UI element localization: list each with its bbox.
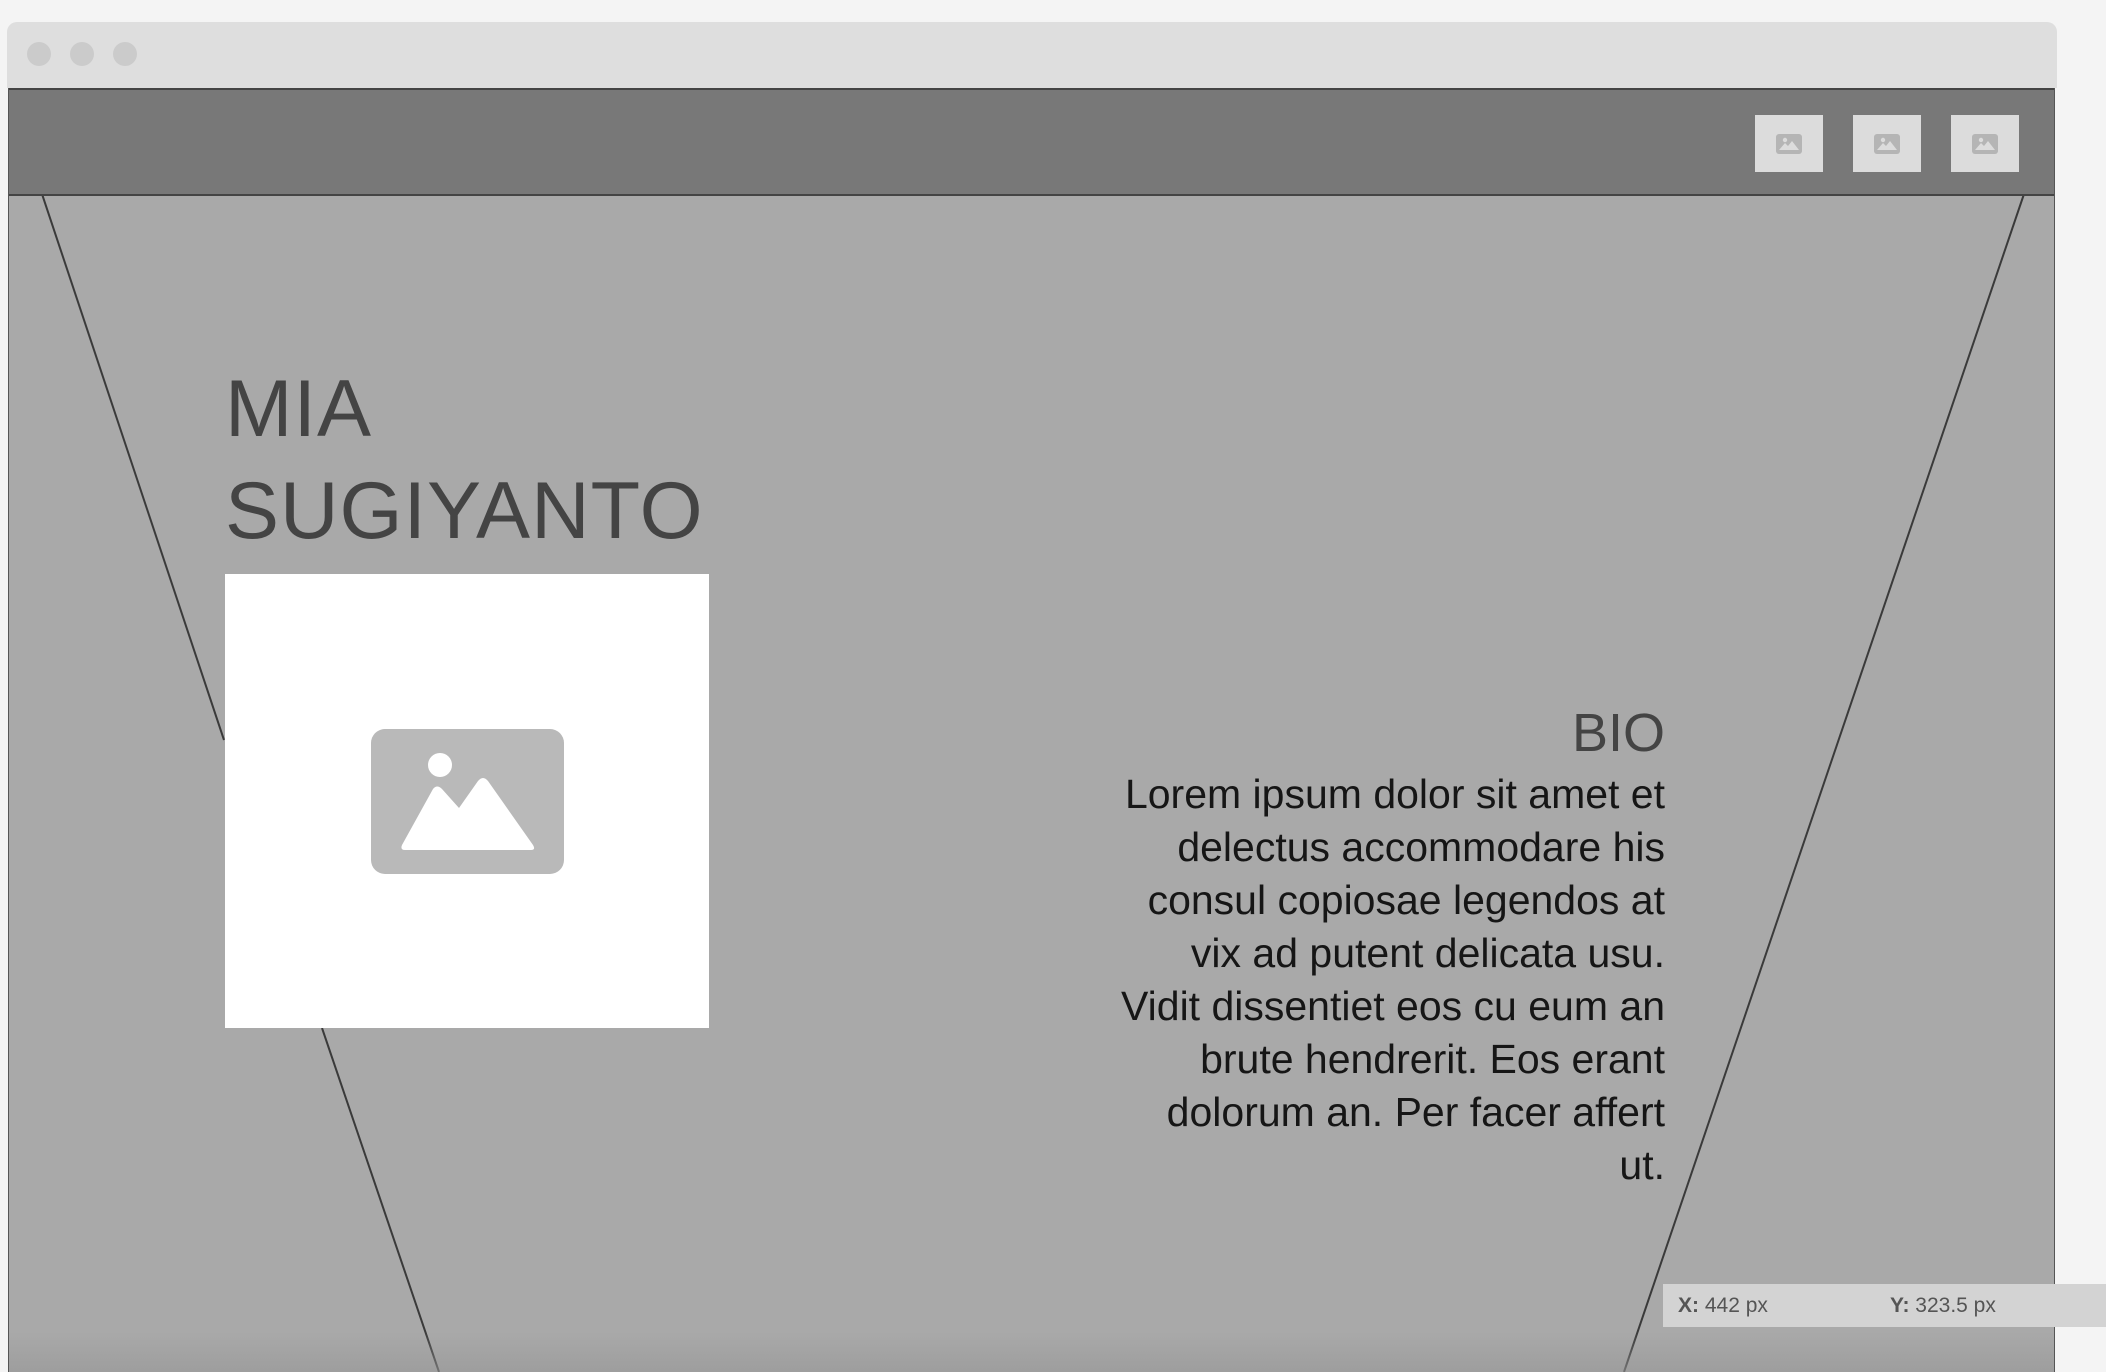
header-image-link-2[interactable]	[1853, 115, 1921, 172]
maximize-window-button[interactable]	[113, 42, 137, 66]
close-window-button[interactable]	[27, 42, 51, 66]
window-titlebar	[7, 22, 2057, 88]
y-value: 323.5 px	[1915, 1294, 1996, 1317]
minimize-window-button[interactable]	[70, 42, 94, 66]
x-value: 442 px	[1704, 1294, 1768, 1317]
header-image-link-3[interactable]	[1951, 115, 2019, 172]
x-coordinate: X: 442 px	[1678, 1284, 1768, 1327]
profile-photo-placeholder	[225, 574, 709, 1028]
coordinate-readout: X: 442 px Y: 323.5 px	[1663, 1284, 2106, 1327]
image-icon	[1776, 133, 1802, 154]
profile-name: MIA SUGIYANTO	[225, 364, 704, 556]
image-icon	[1874, 133, 1900, 154]
page-viewport: MIA SUGIYANTO BIO Lorem ipsum dolor sit …	[8, 88, 2055, 1372]
header-image-link-1[interactable]	[1755, 115, 1823, 172]
x-label: X:	[1678, 1294, 1699, 1317]
bio-heading: BIO	[1571, 703, 1665, 763]
bottom-fade	[9, 1332, 2054, 1372]
y-coordinate: Y: 323.5 px	[1890, 1284, 1996, 1327]
site-header	[9, 88, 2054, 196]
browser-window: MIA SUGIYANTO BIO Lorem ipsum dolor sit …	[7, 22, 2057, 1372]
y-label: Y:	[1890, 1294, 1910, 1317]
bio-text: Lorem ipsum dolor sit amet et delectus a…	[1121, 771, 1665, 1188]
image-placeholder-icon	[370, 728, 564, 874]
image-icon	[1972, 133, 1998, 154]
